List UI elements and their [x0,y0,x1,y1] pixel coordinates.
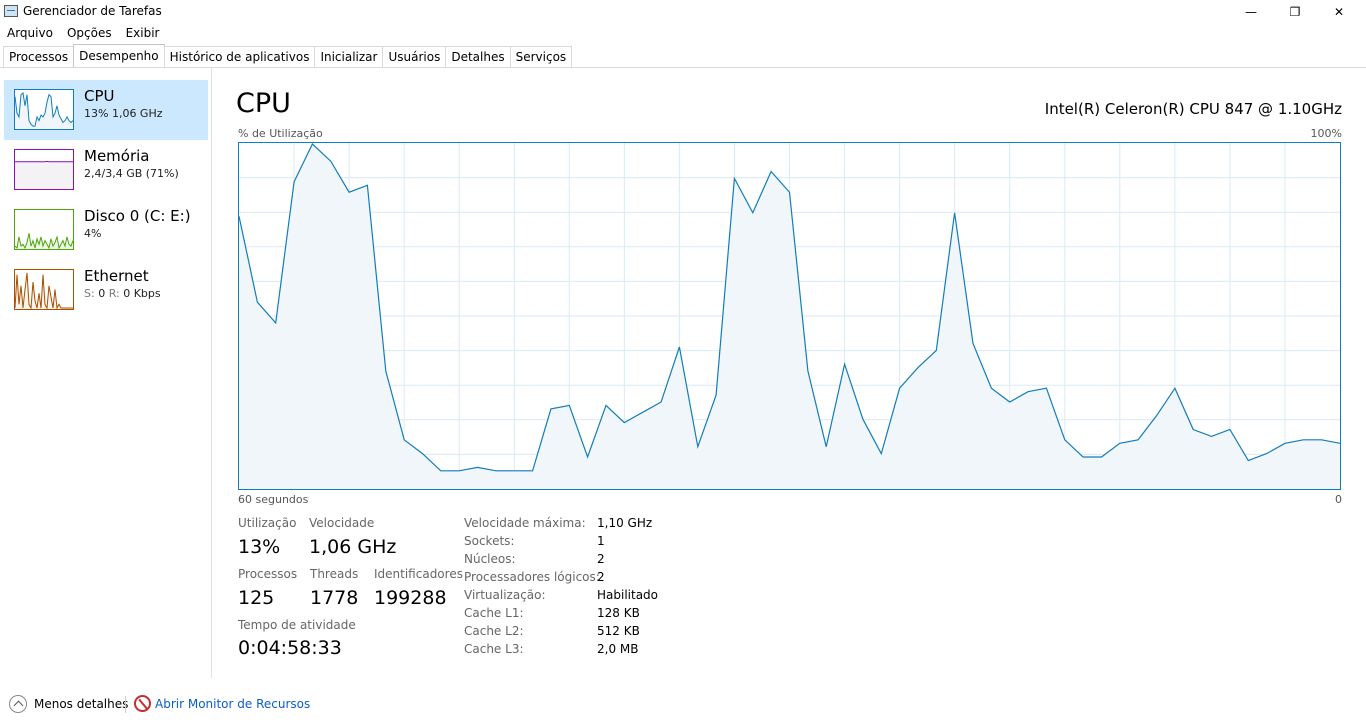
sidebar-item-ethernet[interactable]: Ethernet S: 0 R: 0 Kbps [4,260,208,320]
detail-value: 1 [597,534,605,548]
detail-label: Cache L3: [464,642,524,656]
threads-label: Threads [310,567,359,581]
sidebar-item-subtitle: 2,4/3,4 GB (71%) [84,167,179,180]
less-details-link[interactable]: Menos detalhes [34,697,128,711]
disk-thumbnail-graph [14,209,74,250]
cpu-utilization-graph [238,142,1341,490]
thumbnail-sparkline [15,233,73,249]
cpu-graph-canvas [239,143,1340,489]
tab-strip: Processos Desempenho Histórico de aplica… [3,44,573,68]
performance-sidebar: CPU 13% 1,06 GHz Memória 2,4/3,4 GB (71%… [0,68,212,678]
page-title: CPU [236,88,291,119]
tab-detalhes[interactable]: Detalhes [445,46,511,68]
cpu-model-name: Intel(R) Celeron(R) CPU 847 @ 1.10GHz [1044,100,1342,118]
minimize-button[interactable]: — [1228,0,1274,24]
tab-historico[interactable]: Histórico de aplicativos [163,46,316,68]
menu-arquivo[interactable]: Arquivo [0,24,60,44]
footer-bar: Menos detalhes Abrir Monitor de Recursos [0,690,1366,718]
receive-prefix: R: [108,287,120,300]
open-resource-monitor-link[interactable]: Abrir Monitor de Recursos [155,697,310,711]
uptime-label: Tempo de atividade [238,618,356,632]
sidebar-item-subtitle: 4% [84,227,102,240]
title-bar: Gerenciador de Tarefas — ❐ ✕ [0,0,1366,24]
send-value: 0 [98,287,106,300]
utilization-label: Utilização [238,516,297,530]
menu-bar: Arquivo Opções Exibir [0,24,166,44]
tab-usuarios[interactable]: Usuários [382,46,447,68]
sidebar-item-cpu[interactable]: CPU 13% 1,06 GHz [4,80,208,140]
detail-label: Cache L2: [464,624,524,638]
close-button[interactable]: ✕ [1316,0,1362,24]
detail-value: 128 KB [597,606,640,620]
processes-value: 125 [238,587,275,609]
restore-button[interactable]: ❐ [1272,0,1318,24]
utilization-value: 13% [238,536,281,558]
thumbnail-sparkline [15,272,73,309]
detail-label: Velocidade máxima: [464,516,586,530]
uptime-value: 0:04:58:33 [238,637,342,659]
detail-value: 1,10 GHz [597,516,653,530]
footer-separator [125,696,126,713]
x-axis-left-label: 60 segundos [238,493,309,506]
sidebar-item-disk[interactable]: Disco 0 (C: E:) 4% [4,200,208,260]
y-axis-label: % de Utilização [238,127,323,140]
detail-label: Núcleos: [464,552,516,566]
x-axis-right-label: 0 [1335,493,1342,506]
speed-label: Velocidade [309,516,375,530]
task-manager-icon [4,5,18,17]
menu-exibir[interactable]: Exibir [119,24,167,44]
memory-thumbnail-graph [14,149,74,190]
speed-value: 1,06 GHz [309,536,397,558]
detail-label: Virtualização: [464,588,546,602]
sidebar-item-memory[interactable]: Memória 2,4/3,4 GB (71%) [4,140,208,200]
tab-processos[interactable]: Processos [3,46,75,68]
thumbnail-sparkline [15,160,73,189]
y-axis-max-label: 100% [1310,127,1342,140]
cpu-thumbnail-graph [14,89,74,130]
sparkline-fill [15,161,73,189]
detail-label: Processadores lógicos: [464,570,600,584]
detail-value: 2 [597,570,605,584]
handles-label: Identificadores [374,567,463,581]
menu-opcoes[interactable]: Opções [60,24,119,44]
ethernet-thumbnail-graph [14,269,74,310]
tab-inicializar[interactable]: Inicializar [314,46,384,68]
send-prefix: S: [84,287,95,300]
processes-label: Processos [238,567,298,581]
window-title: Gerenciador de Tarefas [23,4,162,18]
detail-label: Sockets: [464,534,515,548]
threads-value: 1778 [310,587,359,609]
detail-label: Cache L1: [464,606,524,620]
chevron-up-icon[interactable] [9,695,27,713]
sidebar-item-label: Disco 0 (C: E:) [84,207,191,225]
sidebar-item-label: CPU [84,87,115,105]
tab-desempenho[interactable]: Desempenho [73,44,165,68]
receive-value: 0 Kbps [123,287,161,300]
detail-value: 2 [597,552,605,566]
sidebar-item-label: Memória [84,147,150,165]
sidebar-item-label: Ethernet [84,267,149,285]
sidebar-item-subtitle: S: 0 R: 0 Kbps [84,287,161,300]
resource-monitor-icon[interactable] [134,695,151,712]
thumbnail-sparkline [15,91,73,129]
sidebar-item-subtitle: 13% 1,06 GHz [84,107,163,120]
detail-value: 512 KB [597,624,640,638]
detail-value: Habilitado [597,588,659,602]
handles-value: 199288 [374,587,447,609]
tab-servicos[interactable]: Serviços [509,46,573,68]
detail-value: 2,0 MB [597,642,639,656]
